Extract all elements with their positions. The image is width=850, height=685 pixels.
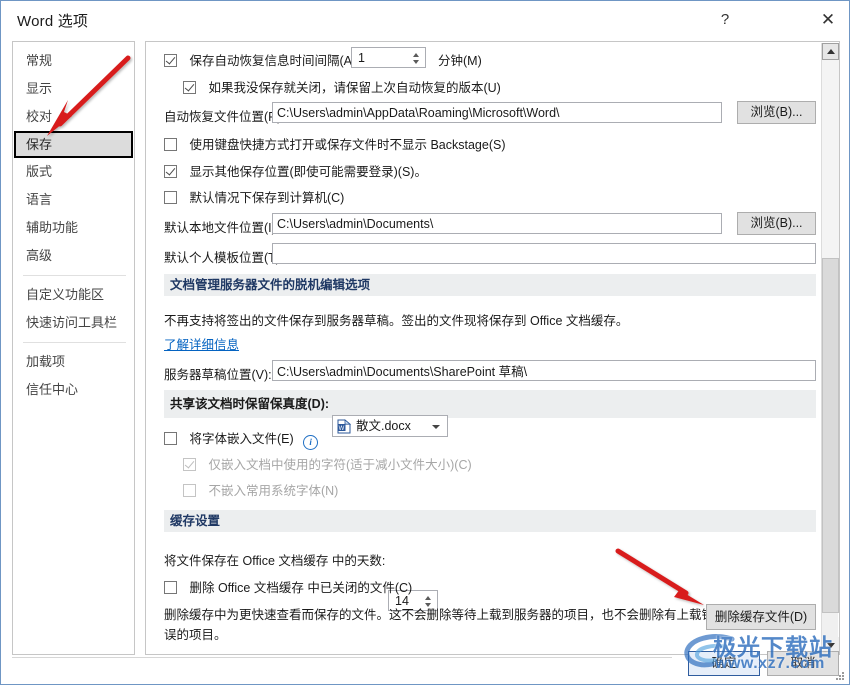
sidebar-nav: 常规 显示 校对 保存 版式 语言 辅助功能 高级 自定义功能区 快速访问工具栏… bbox=[12, 41, 135, 655]
info-icon[interactable]: i bbox=[303, 435, 319, 450]
save-to-computer-row: 默认情况下保存到计算机(C) bbox=[164, 187, 344, 206]
hide-backstage-checkbox[interactable] bbox=[164, 138, 177, 151]
server-draft-location-input[interactable] bbox=[272, 360, 816, 381]
autorecover-interval-label: 保存自动恢复信息时间间隔(A) bbox=[189, 54, 357, 68]
embed-used-chars-row: 仅嵌入文档中使用的字符(适于减小文件大小)(C) bbox=[183, 454, 472, 473]
word-options-dialog: Word 选项 ? ✕ 常规 显示 校对 保存 版式 语言 辅助功能 高级 自定… bbox=[0, 0, 850, 685]
vertical-scrollbar[interactable] bbox=[821, 43, 839, 654]
personal-template-location-input[interactable] bbox=[272, 243, 816, 264]
sidebar-item-label: 快速访问工具栏 bbox=[26, 315, 118, 330]
local-file-location-label: 默认本地文件位置(I): bbox=[164, 221, 280, 235]
minutes-label: 分钟(M) bbox=[438, 54, 482, 68]
embed-fonts-row: 将字体嵌入文件(E) i bbox=[164, 428, 319, 450]
show-other-locations-checkbox[interactable] bbox=[164, 165, 177, 178]
cache-description-line1: 删除缓存中为更快速查看而保存的文件。这不会删除等待上载到服务器的项目，也不会删除… bbox=[164, 608, 715, 622]
sidebar-item-quick-access-toolbar[interactable]: 快速访问工具栏 bbox=[13, 309, 134, 337]
delete-closed-files-row: 删除 Office 文档缓存 中已关闭的文件(C) bbox=[164, 577, 412, 596]
footer-divider bbox=[12, 657, 672, 658]
keep-last-autorecover-label: 如果我没保存就关闭，请保留上次自动恢复的版本(U) bbox=[208, 81, 501, 95]
sidebar-item-label: 常规 bbox=[26, 53, 53, 68]
sidebar-divider bbox=[23, 275, 126, 276]
close-icon[interactable]: ✕ bbox=[806, 1, 850, 38]
autorecover-browse-button[interactable]: 浏览(B)... bbox=[737, 101, 816, 124]
fidelity-section-header: 共享该文档时保留保真度(D): bbox=[164, 390, 816, 418]
ok-button[interactable]: 确定 bbox=[688, 651, 760, 676]
sidebar-divider bbox=[23, 342, 126, 343]
no-embed-system-fonts-checkbox[interactable] bbox=[183, 484, 196, 497]
page-title: Word 选项 bbox=[17, 13, 89, 30]
autorecover-interval-checkbox[interactable] bbox=[164, 54, 177, 67]
no-embed-system-fonts-row: 不嵌入常用系统字体(N) bbox=[183, 480, 338, 499]
learn-more-link[interactable]: 了解详细信息 bbox=[164, 334, 239, 353]
stepper-arrows-icon[interactable] bbox=[410, 49, 422, 67]
hide-backstage-label: 使用键盘快捷方式打开或保存文件时不显示 Backstage(S) bbox=[189, 138, 506, 152]
sidebar-item-language[interactable]: 语言 bbox=[13, 186, 134, 214]
help-icon[interactable]: ? bbox=[703, 1, 747, 38]
show-other-locations-label: 显示其他保存位置(即使可能需要登录)(S)。 bbox=[189, 165, 427, 179]
fidelity-section-label: 共享该文档时保留保真度(D): bbox=[170, 397, 330, 411]
sidebar-item-accessibility[interactable]: 辅助功能 bbox=[13, 214, 134, 242]
sidebar-item-trust-center[interactable]: 信任中心 bbox=[13, 376, 134, 404]
autorecover-minutes-value: 1 bbox=[358, 51, 365, 65]
sidebar-item-label: 辅助功能 bbox=[26, 220, 79, 235]
keep-last-autorecover-checkbox[interactable] bbox=[183, 81, 196, 94]
sidebar-item-advanced[interactable]: 高级 bbox=[13, 242, 134, 270]
fidelity-document-dropdown[interactable]: W 散文.docx bbox=[332, 415, 448, 437]
sidebar-item-save[interactable]: 保存 bbox=[14, 131, 133, 158]
sidebar-item-label: 加载项 bbox=[26, 354, 66, 369]
sidebar-item-addins[interactable]: 加载项 bbox=[13, 348, 134, 376]
save-to-computer-label: 默认情况下保存到计算机(C) bbox=[189, 191, 345, 205]
cache-section-header: 缓存设置 bbox=[164, 510, 816, 532]
embed-fonts-label: 将字体嵌入文件(E) bbox=[189, 432, 294, 446]
embed-fonts-checkbox[interactable] bbox=[164, 432, 177, 445]
no-embed-system-fonts-label: 不嵌入常用系统字体(N) bbox=[208, 484, 339, 498]
sidebar-item-label: 高级 bbox=[26, 248, 53, 263]
word-document-icon: W bbox=[337, 419, 352, 434]
server-draft-location-label: 服务器草稿位置(V): bbox=[164, 368, 272, 382]
sidebar-item-label: 校对 bbox=[26, 109, 53, 124]
delete-closed-files-checkbox[interactable] bbox=[164, 581, 177, 594]
autorecover-location-label: 自动恢复文件位置(R): bbox=[164, 110, 285, 124]
options-panel: 保存自动恢复信息时间间隔(A) 1 分钟(M) 如果我没保存就关闭，请保留上次自… bbox=[145, 41, 840, 655]
sidebar-item-display[interactable]: 显示 bbox=[13, 75, 134, 103]
sidebar-item-label: 语言 bbox=[26, 192, 53, 207]
sidebar-item-label: 版式 bbox=[26, 164, 53, 179]
svg-text:W: W bbox=[339, 426, 345, 432]
hide-backstage-row: 使用键盘快捷方式打开或保存文件时不显示 Backstage(S) bbox=[164, 134, 506, 153]
sidebar-item-label: 显示 bbox=[26, 81, 53, 96]
keep-last-autorecover-row: 如果我没保存就关闭，请保留上次自动恢复的版本(U) bbox=[183, 77, 501, 96]
personal-template-location-label: 默认个人模板位置(T): bbox=[164, 251, 284, 265]
sidebar-item-label: 自定义功能区 bbox=[26, 287, 105, 302]
scrollbar-track-upper[interactable] bbox=[822, 60, 839, 258]
local-file-location-input[interactable] bbox=[272, 213, 722, 234]
delete-closed-files-label: 删除 Office 文档缓存 中已关闭的文件(C) bbox=[189, 581, 413, 595]
fidelity-document-name: 散文.docx bbox=[356, 419, 411, 433]
autorecover-interval-row: 保存自动恢复信息时间间隔(A) bbox=[164, 50, 356, 69]
chevron-down-icon[interactable] bbox=[432, 425, 440, 429]
sidebar-item-label: 信任中心 bbox=[26, 382, 79, 397]
title-bar: Word 选项 ? ✕ bbox=[1, 1, 849, 38]
sidebar-item-layout[interactable]: 版式 bbox=[13, 158, 134, 186]
scrollbar-thumb[interactable] bbox=[822, 258, 839, 613]
autorecover-location-input[interactable] bbox=[272, 102, 722, 123]
cancel-button[interactable]: 取消 bbox=[767, 651, 839, 676]
cache-description-line2: 误的项目。 bbox=[164, 628, 227, 642]
scroll-up-icon[interactable] bbox=[822, 43, 839, 60]
sidebar-item-label: 保存 bbox=[26, 137, 53, 152]
save-to-computer-checkbox[interactable] bbox=[164, 191, 177, 204]
delete-cached-files-button[interactable]: 删除缓存文件(D) bbox=[706, 604, 816, 630]
show-other-locations-row: 显示其他保存位置(即使可能需要登录)(S)。 bbox=[164, 161, 427, 180]
embed-used-chars-checkbox[interactable] bbox=[183, 458, 196, 471]
sidebar-item-customize-ribbon[interactable]: 自定义功能区 bbox=[13, 281, 134, 309]
embed-used-chars-label: 仅嵌入文档中使用的字符(适于减小文件大小)(C) bbox=[208, 458, 472, 472]
sidebar-item-proofing[interactable]: 校对 bbox=[13, 103, 134, 131]
cache-days-label: 将文件保存在 Office 文档缓存 中的天数: bbox=[164, 554, 386, 568]
offline-section-header: 文档管理服务器文件的脱机编辑选项 bbox=[164, 274, 816, 296]
offline-section-description: 不再支持将签出的文件保存到服务器草稿。签出的文件现将保存到 Office 文档缓… bbox=[164, 314, 629, 328]
resize-grip-icon[interactable] bbox=[834, 670, 845, 681]
local-file-browse-button[interactable]: 浏览(B)... bbox=[737, 212, 816, 235]
options-panel-content: 保存自动恢复信息时间间隔(A) 1 分钟(M) 如果我没保存就关闭，请保留上次自… bbox=[146, 42, 822, 654]
sidebar-item-general[interactable]: 常规 bbox=[13, 47, 134, 75]
autorecover-minutes-stepper[interactable]: 1 bbox=[351, 47, 426, 68]
